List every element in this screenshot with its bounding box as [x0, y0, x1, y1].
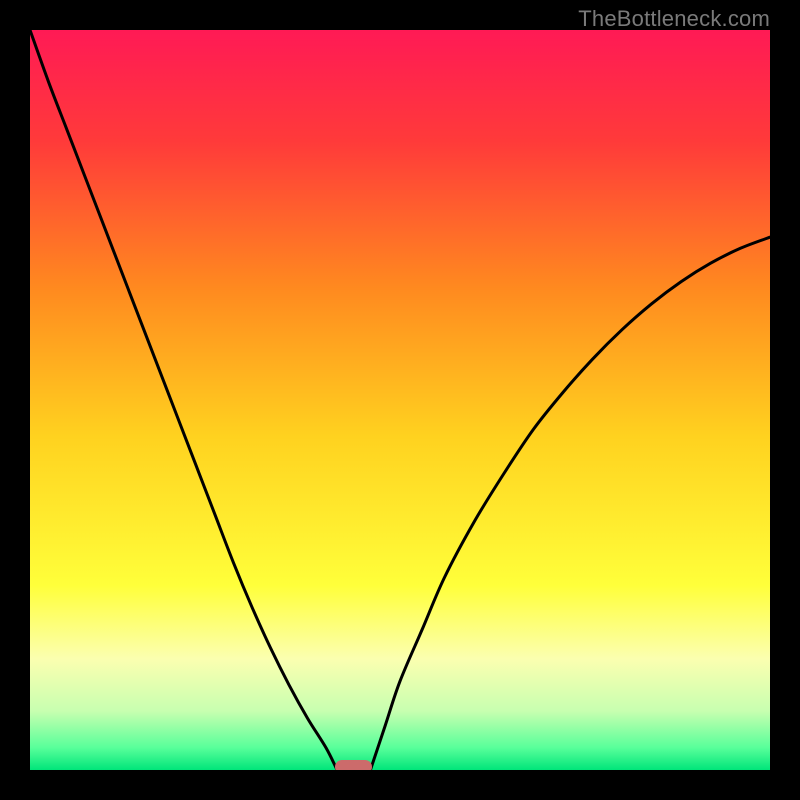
- watermark-text: TheBottleneck.com: [578, 6, 770, 32]
- background-gradient: [30, 30, 770, 770]
- bottleneck-marker: [335, 760, 372, 770]
- plot-area: [30, 30, 770, 770]
